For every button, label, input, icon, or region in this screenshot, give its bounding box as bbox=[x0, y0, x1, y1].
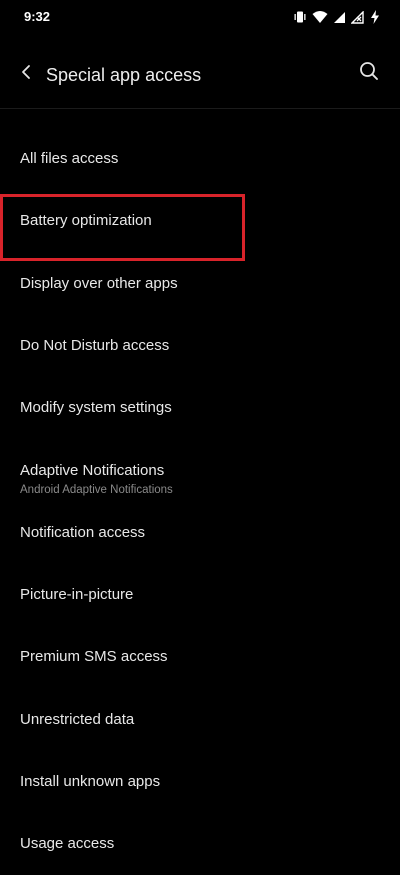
list-item-all-files-access[interactable]: All files access bbox=[0, 127, 400, 189]
page-title: Special app access bbox=[46, 65, 202, 85]
wifi-icon bbox=[312, 10, 328, 24]
list-item-adaptive-notifications[interactable]: Adaptive Notifications Android Adaptive … bbox=[0, 438, 400, 500]
back-arrow-icon bbox=[19, 64, 33, 85]
list-item-unrestricted-data[interactable]: Unrestricted data bbox=[0, 688, 400, 750]
signal-no-data-icon bbox=[351, 10, 365, 24]
list-item-do-not-disturb-access[interactable]: Do Not Disturb access bbox=[0, 314, 400, 376]
list-item-premium-sms-access[interactable]: Premium SMS access bbox=[0, 625, 400, 687]
signal-icon bbox=[333, 11, 346, 24]
list-item-display-over-other-apps[interactable]: Display over other apps bbox=[0, 252, 400, 314]
list-item-title: Adaptive Notifications bbox=[20, 462, 165, 480]
list-item-title: Premium SMS access bbox=[20, 648, 168, 666]
list-item-title: Notification access bbox=[20, 523, 146, 541]
list-item-modify-system-settings[interactable]: Modify system settings bbox=[0, 376, 400, 438]
app-bar: Special app access bbox=[0, 36, 400, 109]
list-item-title: Display over other apps bbox=[20, 274, 178, 292]
list-item-title: All files access bbox=[20, 150, 119, 167]
vibrate-icon bbox=[293, 10, 307, 24]
search-icon bbox=[359, 61, 379, 86]
list-item-title: Picture-in-picture bbox=[20, 586, 134, 604]
list-item-title: Do Not Disturb access bbox=[20, 336, 170, 354]
status-bar: 9:32 bbox=[0, 0, 400, 36]
search-button[interactable] bbox=[354, 58, 384, 88]
back-button[interactable] bbox=[12, 60, 40, 88]
list-item-title: Modify system settings bbox=[20, 399, 172, 417]
list-item-title: Battery optimization bbox=[20, 212, 152, 230]
list-item-title: Usage access bbox=[20, 835, 115, 853]
list-item-install-unknown-apps[interactable]: Install unknown apps bbox=[0, 750, 400, 812]
settings-list: All files access Battery optimization Di… bbox=[0, 127, 400, 875]
list-item-usage-access[interactable]: Usage access bbox=[0, 812, 400, 874]
list-item-title: Install unknown apps bbox=[20, 772, 161, 790]
status-time: 9:32 bbox=[24, 9, 51, 24]
list-item-title: Unrestricted data bbox=[20, 710, 135, 728]
status-icons bbox=[293, 8, 380, 26]
list-item-battery-optimization[interactable]: Battery optimization bbox=[0, 189, 400, 251]
list-item-picture-in-picture[interactable]: Picture-in-picture bbox=[0, 563, 400, 625]
list-item-subtitle: Android Adaptive Notifications bbox=[20, 484, 173, 497]
charging-icon bbox=[370, 10, 380, 24]
list-item-notification-access[interactable]: Notification access bbox=[0, 501, 400, 563]
